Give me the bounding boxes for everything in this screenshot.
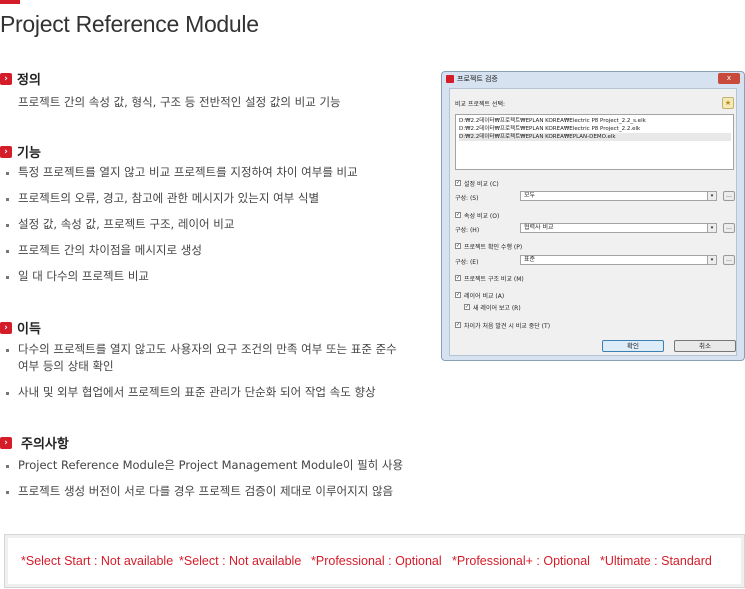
props-config-value: 협력사 비교 [524,224,554,231]
project-list-item[interactable]: D:₩2.2데이터₩프로젝트₩EPLAN KOREA₩Electric P8 P… [459,117,731,125]
dialog-title-bar: 프로젝트 검증 [446,74,498,84]
settings-browse-button[interactable]: ... [723,191,735,201]
settings-config-select[interactable]: 모두 ▾ [520,191,717,201]
project-check-checkbox[interactable]: ✓ [455,243,461,249]
eplan-logo-icon [446,75,454,83]
settings-config-value: 모두 [524,192,536,199]
list-item: 특정 프로젝트를 열지 않고 비교 프로젝트를 지정하여 차이 여부를 비교 [6,164,358,181]
settings-compare-label: 설정 비교 (C) [464,181,499,188]
props-config-select[interactable]: 협력사 비교 ▾ [520,223,717,233]
project-listbox[interactable]: D:₩2.2데이터₩프로젝트₩EPLAN KOREA₩Electric P8 P… [455,114,734,170]
new-layer-checkbox[interactable]: ✓ [464,304,470,310]
list-item: 일 대 다수의 프로젝트 비교 [6,268,358,285]
compare-project-label: 비교 프로젝트 선택: [455,101,505,108]
section-features-header: › 기능 [0,142,41,161]
chevron-right-icon: › [0,145,12,158]
definition-text: 프로젝트 간의 속성 값, 형식, 구조 등 전반적인 설정 값의 비교 기능 [18,95,341,109]
edition-select: *Select : Not available [179,554,302,568]
top-accent-bar [0,0,20,4]
section-features-label: 기능 [17,146,41,161]
check-browse-button[interactable]: ... [723,255,735,265]
list-item: 프로젝트 간의 차이점을 메시지로 생성 [6,242,358,259]
list-item: 프로젝트 생성 버전이 서로 다를 경우 프로젝트 검증이 제대로 이루어지지 … [6,483,403,500]
layer-compare-label: 레이어 비교 (A) [464,293,505,300]
edition-availability-box: *Select Start : Not available *Select : … [4,534,745,588]
project-check-dialog: 프로젝트 검증 x 비교 프로젝트 선택: ★ D:₩2.2데이터₩프로젝트₩E… [441,71,745,361]
chevron-right-icon: › [0,72,12,85]
cancel-button[interactable]: 취소 [674,340,736,352]
list-item: Project Reference Module은 Project Manage… [6,457,403,474]
benefits-list: 다수의 프로젝트를 열지 않고도 사용자의 요구 조건의 만족 여부 또는 표준… [6,341,397,401]
section-benefits-header: › 이득 [0,318,41,337]
stop-on-difference-label: 차이가 처음 발견 시 비교 중단 (T) [464,323,551,330]
list-item-continuation: 여부 등의 상태 확인 [18,359,114,373]
edition-professional-plus: *Professional+ : Optional [452,554,590,568]
chevron-right-icon: › [0,321,12,334]
list-item: 설정 값, 속성 값, 프로젝트 구조, 레이어 비교 [6,216,358,233]
check-config-select[interactable]: 표준 ▾ [520,255,717,265]
check-config-value: 표준 [524,256,536,263]
chevron-down-icon: ▾ [707,192,716,200]
edition-professional: *Professional : Optional [311,554,442,568]
layer-compare-checkbox[interactable]: ✓ [455,292,461,298]
section-definition-header: › 정의 [0,69,41,88]
page-title: Project Reference Module [0,11,259,37]
section-notes-label: 주의사항 [21,437,69,452]
features-list: 특정 프로젝트를 열지 않고 비교 프로젝트를 지정하여 차이 여부를 비교 프… [6,164,358,285]
project-list-item[interactable]: D:₩2.2데이터₩프로젝트₩EPLAN KOREA₩Electric P8 P… [459,125,731,133]
close-button[interactable]: x [718,73,740,84]
ok-button[interactable]: 확인 [602,340,664,352]
chevron-right-icon: › [0,436,12,449]
props-browse-button[interactable]: ... [723,223,735,233]
section-notes-header: › 주의사항 [0,433,69,452]
section-definition-label: 정의 [17,73,41,88]
list-item: 사내 및 외부 협업에서 프로젝트의 표준 관리가 단순화 되어 작업 속도 향… [6,384,397,401]
structure-compare-checkbox[interactable]: ✓ [455,275,461,281]
dialog-body: 비교 프로젝트 선택: ★ D:₩2.2데이터₩프로젝트₩EPLAN KOREA… [449,88,737,356]
new-layer-label: 새 레이어 보고 (R) [473,305,521,312]
props-config-label: 구성: (H) [455,227,480,234]
check-config-label: 구성: (E) [455,259,479,266]
list-item: 다수의 프로젝트를 열지 않고도 사용자의 요구 조건의 만족 여부 또는 표준… [6,341,397,358]
list-item: 프로젝트의 오류, 경고, 참고에 관한 메시지가 있는지 여부 식별 [6,190,358,207]
props-compare-checkbox[interactable]: ✓ [455,212,461,218]
notes-list: Project Reference Module은 Project Manage… [6,457,403,500]
chevron-down-icon: ▾ [707,256,716,264]
stop-on-difference-checkbox[interactable]: ✓ [455,322,461,328]
settings-config-label: 구성: (S) [455,195,479,202]
star-icon[interactable]: ★ [722,97,734,109]
edition-ultimate: *Ultimate : Standard [600,554,712,568]
project-check-label: 프로젝트 확인 수행 (P) [464,244,523,251]
props-compare-label: 속성 비교 (O) [464,213,500,220]
dialog-title: 프로젝트 검증 [457,75,498,83]
structure-compare-label: 프로젝트 구조 비교 (M) [464,276,524,283]
chevron-down-icon: ▾ [707,224,716,232]
settings-compare-checkbox[interactable]: ✓ [455,180,461,186]
project-list-item[interactable]: D:₩2.2데이터₩프로젝트₩EPLAN KOREA₩EPLAN-DEMO.el… [459,133,731,141]
edition-select-start: *Select Start : Not available [21,554,174,568]
section-benefits-label: 이득 [17,322,41,337]
